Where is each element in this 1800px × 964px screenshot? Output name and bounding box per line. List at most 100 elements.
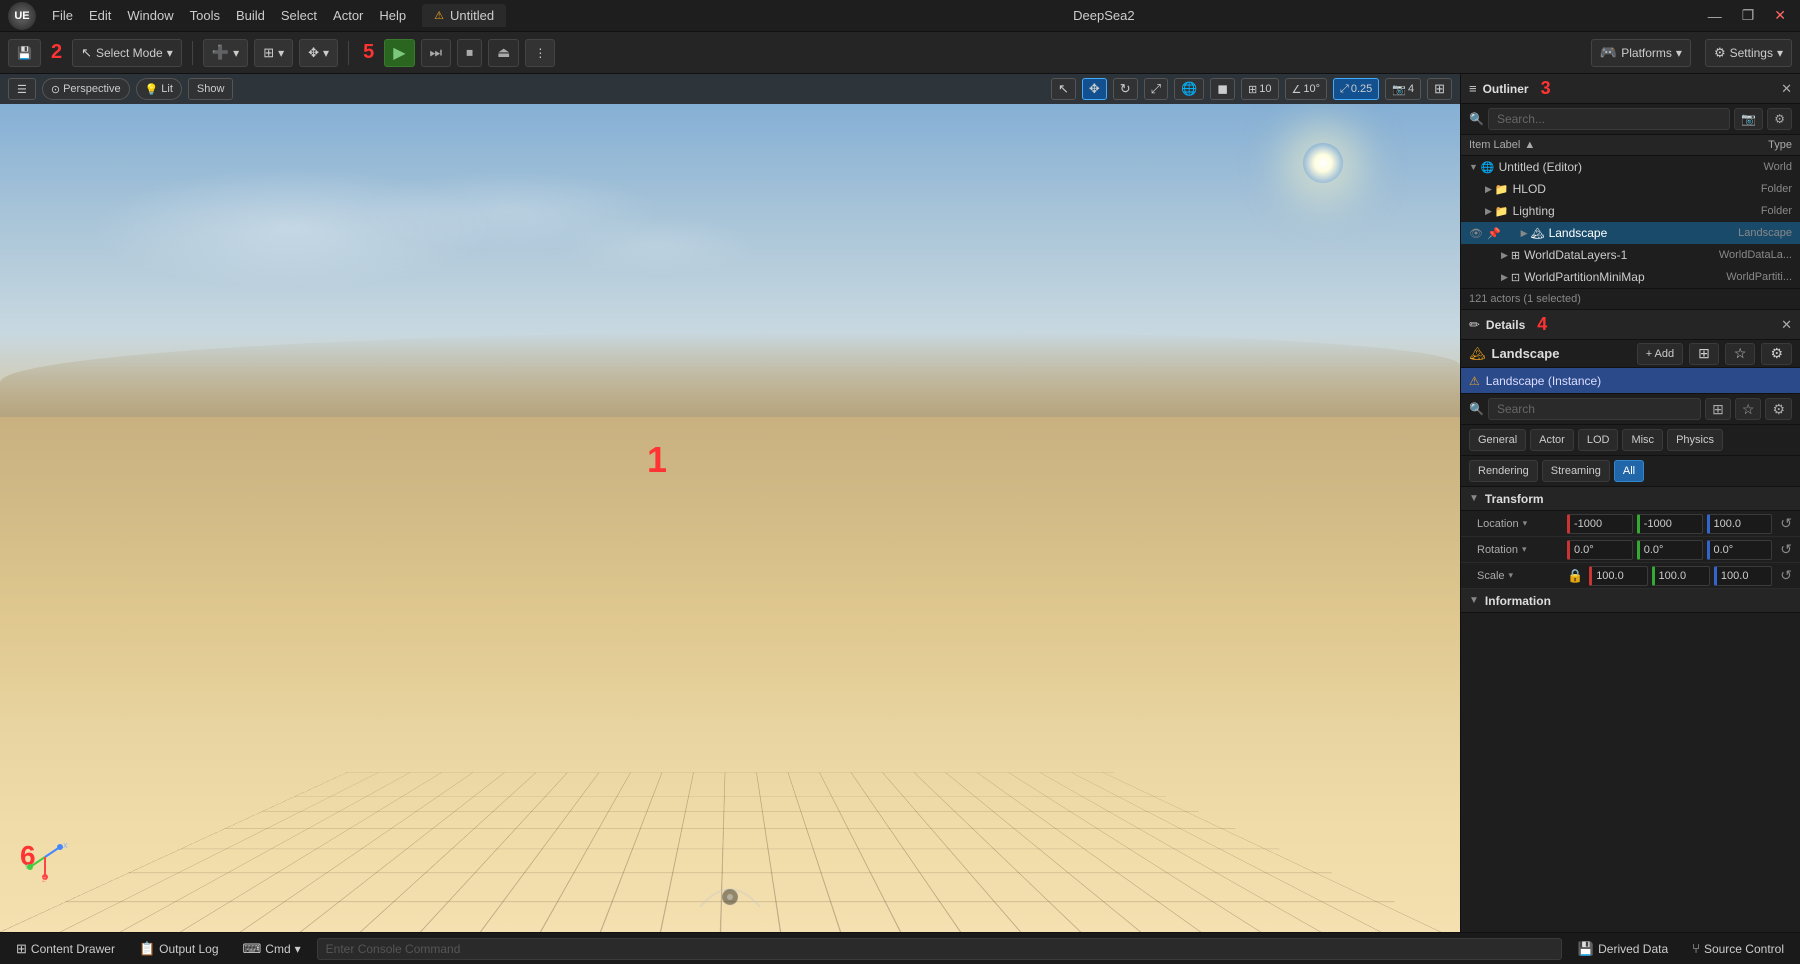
component-settings-btn[interactable]: ⚙ [1761,343,1792,365]
add-component-button[interactable]: + Add [1637,343,1683,365]
scale-dropdown-icon[interactable]: ▾ [1509,570,1514,581]
tools-menu[interactable]: Tools [182,4,228,27]
angle-snap-btn[interactable]: ∠ 10° [1285,78,1328,100]
select-mode-button[interactable]: ↖ Select Mode ▾ [72,39,182,67]
settings-button[interactable]: ⚙ Settings ▾ [1705,39,1792,67]
maximize-button[interactable]: ❐ [1736,5,1761,26]
outliner-settings-btn[interactable]: ⚙ [1767,108,1792,130]
location-x-value[interactable]: -1000 [1567,514,1633,534]
untitled-tab[interactable]: ⚠ Untitled [422,4,506,27]
visibility-toggle[interactable]: 👁 [1469,227,1483,240]
expand-icon[interactable]: ▶ [1485,184,1492,195]
details-search-input[interactable] [1488,398,1701,420]
scale-snap-btn[interactable]: ⤢ 0.25 [1333,78,1379,100]
filter-physics-tab[interactable]: Physics [1667,429,1723,451]
outliner-camera-btn[interactable]: 📷 [1734,108,1763,130]
scale-reset-icon[interactable]: ↺ [1780,567,1792,584]
cmd-button[interactable]: ⌨ Cmd ▾ [235,937,309,961]
details-settings-btn[interactable]: ⚙ [1765,398,1792,420]
select-menu[interactable]: Select [273,4,325,27]
rotation-dropdown-icon[interactable]: ▾ [1522,544,1527,555]
tree-item-hlod[interactable]: ▶ 📁 HLOD Folder [1461,178,1800,200]
rotate-tool-btn[interactable]: ↻ [1113,78,1138,100]
outliner-close-button[interactable]: ✕ [1781,81,1792,97]
location-reset-icon[interactable]: ↺ [1780,515,1792,532]
camera-speed-btn[interactable]: 📷 4 [1385,78,1421,100]
lock-toggle[interactable]: 📌 [1487,227,1501,240]
filter-general-tab[interactable]: General [1469,429,1526,451]
scale-z-value[interactable]: 100.0 [1714,566,1772,586]
more-options-button[interactable]: ⋮ [525,39,555,67]
output-log-button[interactable]: 📋 Output Log [131,937,227,961]
snap-button[interactable]: ⊞ ▾ [254,39,293,67]
console-input[interactable] [317,938,1562,960]
actor-menu[interactable]: Actor [325,4,371,27]
scale-lock-icon[interactable]: 🔒 [1567,568,1583,584]
step-button[interactable]: ⏭ [421,39,452,67]
expand-icon[interactable]: ▶ [1501,250,1508,261]
details-star-btn[interactable]: ☆ [1735,398,1762,420]
add-actor-button[interactable]: ➕ ▾ [203,39,248,67]
play-button[interactable]: ▶ [384,39,414,67]
build-menu[interactable]: Build [228,4,273,27]
transform-button[interactable]: ✥ ▾ [299,39,338,67]
eject-button[interactable]: ⏏ [488,39,519,67]
scale-tool-btn[interactable]: ⤢ [1144,78,1168,100]
tree-item-landscape[interactable]: 👁 📌 ▶ 🏔 Landscape Landscape [1461,222,1800,244]
tree-item-worlddata[interactable]: ▶ ⊞ WorldDataLayers-1 WorldDataLa... [1461,244,1800,266]
tree-item-untitled[interactable]: ▼ 🌐 Untitled (Editor) World [1461,156,1800,178]
filter-rendering-tab[interactable]: Rendering [1469,460,1538,482]
window-menu[interactable]: Window [119,4,181,27]
information-section-header[interactable]: ▼ Information [1461,589,1800,613]
component-layout-btn[interactable]: ⊞ [1689,343,1719,365]
translate-tool-btn[interactable]: ✥ [1082,78,1107,100]
platforms-button[interactable]: 🎮 Platforms ▾ [1591,39,1691,67]
rotation-z-value[interactable]: 0.0° [1707,540,1773,560]
scale-y-value[interactable]: 100.0 [1652,566,1710,586]
source-control-button[interactable]: ⑂ Source Control [1684,937,1792,960]
tree-item-lighting[interactable]: ▶ 📁 Lighting Folder [1461,200,1800,222]
grid-toggle-btn[interactable]: ⊞ 10 [1241,78,1278,100]
rotation-x-value[interactable]: 0.0° [1567,540,1633,560]
content-drawer-button[interactable]: ⊞ Content Drawer [8,937,123,961]
derived-data-button[interactable]: 💾 Derived Data [1570,937,1676,961]
expand-icon[interactable]: ▶ [1521,228,1528,239]
file-menu[interactable]: File [44,4,81,27]
help-menu[interactable]: Help [371,4,414,27]
save-button[interactable]: 💾 [8,39,41,67]
location-y-value[interactable]: -1000 [1637,514,1703,534]
show-button[interactable]: Show [188,78,234,100]
close-button[interactable]: ✕ [1768,5,1792,26]
expand-icon[interactable]: ▶ [1501,272,1508,283]
filter-actor-tab[interactable]: Actor [1530,429,1574,451]
surface-snapping-btn[interactable]: ◼ [1210,78,1235,100]
minimize-button[interactable]: — [1702,6,1728,26]
filter-all-tab[interactable]: All [1614,460,1644,482]
location-z-value[interactable]: 100.0 [1707,514,1773,534]
stop-button[interactable]: ⏹ [457,39,482,67]
perspective-button[interactable]: ⊙ Perspective [42,78,130,100]
vp-hamburger-button[interactable]: ☰ [8,78,36,100]
transform-section-header[interactable]: ▼ Transform [1461,487,1800,511]
component-star-btn[interactable]: ☆ [1725,343,1756,365]
expand-icon[interactable]: ▼ [1469,162,1478,172]
world-space-btn[interactable]: 🌐 [1174,78,1204,100]
filter-misc-tab[interactable]: Misc [1622,429,1663,451]
expand-icon[interactable]: ▶ [1485,206,1492,217]
location-dropdown-icon[interactable]: ▾ [1523,518,1528,529]
lit-button[interactable]: 💡 Lit [136,78,182,100]
edit-menu[interactable]: Edit [81,4,119,27]
select-tool-btn[interactable]: ↖ [1051,78,1076,100]
details-close-button[interactable]: ✕ [1781,317,1792,333]
vp-layout-btn[interactable]: ⊞ [1427,78,1452,100]
item-label-col[interactable]: Item Label ▲ [1469,139,1692,151]
details-layout-btn[interactable]: ⊞ [1705,398,1731,420]
filter-lod-tab[interactable]: LOD [1578,429,1619,451]
scale-x-value[interactable]: 100.0 [1589,566,1647,586]
viewport[interactable]: ☰ ⊙ Perspective 💡 Lit Show ↖ ✥ ↻ ⤢ 🌐 ◼ ⊞ [0,74,1460,932]
rotation-y-value[interactable]: 0.0° [1637,540,1703,560]
outliner-search-input[interactable] [1488,108,1730,130]
filter-streaming-tab[interactable]: Streaming [1542,460,1610,482]
tree-item-minimap[interactable]: ▶ ⊡ WorldPartitionMiniMap WorldPartiti..… [1461,266,1800,288]
rotation-reset-icon[interactable]: ↺ [1780,541,1792,558]
